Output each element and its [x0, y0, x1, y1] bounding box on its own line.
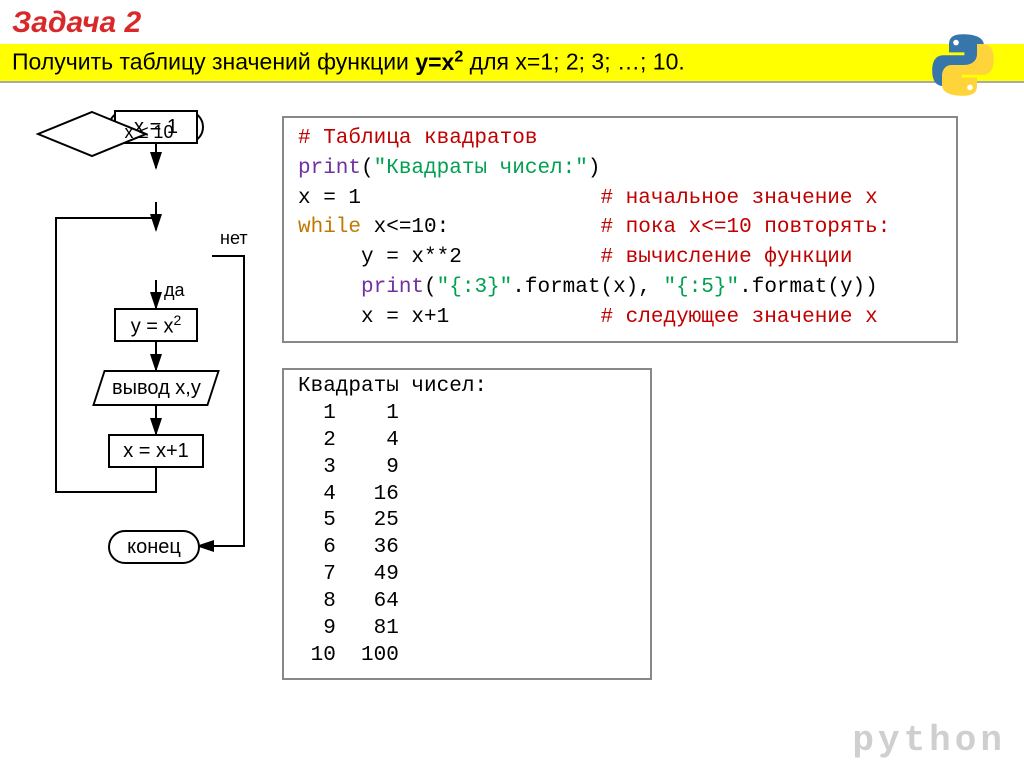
output-row: 9 81: [298, 617, 399, 640]
output-row: 7 49: [298, 563, 399, 586]
flow-end: конец: [108, 530, 200, 564]
subtitle-func: y=x2: [415, 49, 463, 75]
flow-output: вывод x,y: [92, 370, 220, 406]
task-title: Задача 2: [0, 0, 1024, 44]
python-logo-icon: [928, 30, 998, 100]
output-row: 3 9: [298, 456, 399, 479]
code-listing: # Таблица квадратов print("Квадраты чисе…: [282, 116, 958, 343]
task-subtitle: Получить таблицу значений функции y=x2 д…: [0, 44, 1024, 83]
python-watermark: python: [852, 720, 1006, 761]
subtitle-prefix: Получить таблицу значений функции: [12, 49, 415, 75]
output-row: 5 25: [298, 509, 399, 532]
output-listing: Квадраты чисел: 1 1 2 4 3 9 4 16 5 25 6 …: [282, 368, 652, 680]
output-header: Квадраты чисел:: [298, 375, 487, 398]
output-row: 2 4: [298, 429, 399, 452]
output-row: 10 100: [298, 644, 399, 667]
flow-cond: x ≤ 10: [36, 110, 146, 158]
flow-calc: y = x2: [114, 308, 198, 342]
flow-inc: x = x+1: [108, 434, 204, 468]
output-row: 4 16: [298, 483, 399, 506]
flow-yes-label: да: [164, 280, 185, 301]
subtitle-suffix: для x=1; 2; 3; …; 10.: [463, 49, 684, 75]
flow-no-label: нет: [220, 228, 248, 249]
output-row: 8 64: [298, 590, 399, 613]
flowchart: начало x = 1 x ≤ 10 нет да y = x2 вывод …: [36, 110, 262, 610]
output-row: 1 1: [298, 402, 399, 425]
output-row: 6 36: [298, 536, 399, 559]
